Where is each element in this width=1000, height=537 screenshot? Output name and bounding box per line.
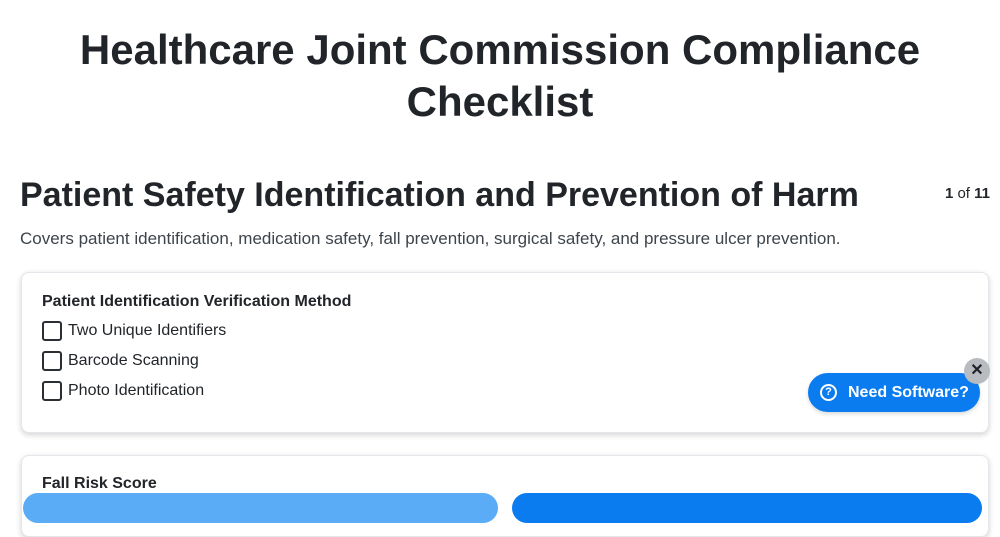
close-icon: ✕ bbox=[970, 362, 984, 379]
option-label: Two Unique Identifiers bbox=[68, 322, 227, 339]
checkbox[interactable] bbox=[42, 321, 62, 341]
option-barcode-scanning[interactable]: Barcode Scanning bbox=[42, 350, 199, 372]
checkbox[interactable] bbox=[42, 351, 62, 371]
option-label: Photo Identification bbox=[68, 382, 205, 399]
need-software-label: Need Software? bbox=[848, 383, 969, 401]
question-label: Fall Risk Score bbox=[42, 475, 157, 492]
section-header: Patient Safety Identification and Preven… bbox=[20, 170, 990, 220]
question-label: Patient Identification Verification Meth… bbox=[42, 293, 352, 310]
fall-risk-option-left[interactable] bbox=[23, 493, 498, 523]
fall-risk-option-right[interactable] bbox=[512, 493, 982, 523]
checkbox[interactable] bbox=[42, 381, 62, 401]
pager-of: of bbox=[957, 185, 970, 202]
section-title: Patient Safety Identification and Preven… bbox=[20, 176, 859, 214]
option-label: Barcode Scanning bbox=[68, 352, 199, 369]
option-photo-identification[interactable]: Photo Identification bbox=[42, 380, 204, 402]
option-two-unique-identifiers[interactable]: Two Unique Identifiers bbox=[42, 320, 226, 342]
section-pager: 1 of 11 bbox=[945, 185, 990, 202]
pager-current: 1 bbox=[944, 185, 954, 202]
need-software-button[interactable]: ? Need Software? bbox=[808, 373, 980, 412]
pager-total: 11 bbox=[974, 185, 990, 202]
help-circle-icon: ? bbox=[820, 384, 837, 401]
section-description: Covers patient identification, medicatio… bbox=[20, 229, 841, 248]
page-title: Healthcare Joint Commission Compliance C… bbox=[79, 26, 921, 125]
close-promo-button[interactable]: ✕ bbox=[964, 358, 990, 384]
